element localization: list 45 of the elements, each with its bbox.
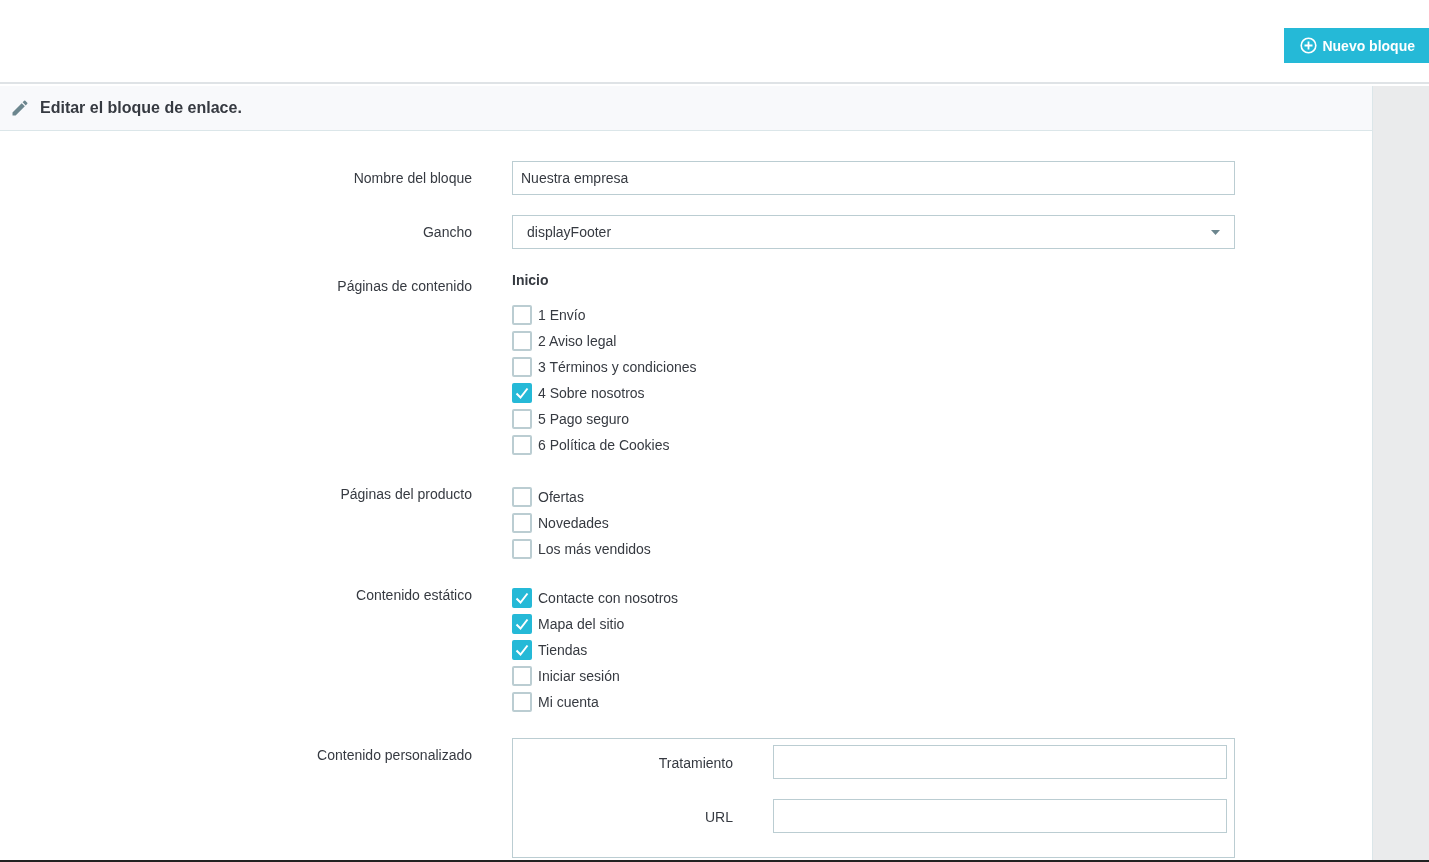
field-label: Tratamiento <box>658 754 733 772</box>
text-field[interactable] <box>773 799 1227 833</box>
field-label: Nombre del bloque <box>353 169 472 187</box>
pencil-icon <box>10 98 30 118</box>
checkbox[interactable] <box>512 409 532 429</box>
field-label: URL <box>705 808 733 826</box>
checkbox[interactable] <box>512 487 532 507</box>
checkbox[interactable] <box>512 305 532 325</box>
option-label[interactable]: Iniciar sesión <box>538 668 620 684</box>
group-heading: Inicio <box>512 271 550 289</box>
select-field[interactable]: displayFooter <box>512 215 1235 249</box>
field-label: Contenido personalizado <box>317 746 472 764</box>
field-label: Gancho <box>422 223 472 241</box>
checkbox[interactable] <box>512 640 532 660</box>
field-label: Contenido estático <box>356 586 472 604</box>
option-label[interactable]: 4 Sobre nosotros <box>538 385 645 401</box>
field-label: Páginas de contenido <box>337 277 472 295</box>
checkbox[interactable] <box>512 666 532 686</box>
plus-circle-icon <box>1300 37 1318 54</box>
option-label[interactable]: Mapa del sitio <box>538 616 625 632</box>
option-label[interactable]: Mi cuenta <box>538 694 599 710</box>
option-label[interactable]: 2 Aviso legal <box>538 333 617 349</box>
option-label[interactable]: 6 Política de Cookies <box>538 437 670 453</box>
option-label[interactable]: Los más vendidos <box>538 541 651 557</box>
field-label: Páginas del producto <box>340 485 472 503</box>
checkbox[interactable] <box>512 331 532 351</box>
option-label[interactable]: Tiendas <box>538 642 588 658</box>
option-label[interactable]: Novedades <box>538 515 609 531</box>
option-label[interactable]: Ofertas <box>538 489 584 505</box>
checkbox[interactable] <box>512 383 532 403</box>
checkbox[interactable] <box>512 539 532 559</box>
option-label[interactable]: 3 Términos y condiciones <box>538 359 697 375</box>
text-field[interactable] <box>773 745 1227 779</box>
checkbox[interactable] <box>512 513 532 533</box>
checkbox[interactable] <box>512 357 532 377</box>
option-label[interactable]: 5 Pago seguro <box>538 411 630 427</box>
checkbox[interactable] <box>512 614 532 634</box>
text-field[interactable]: Nuestra empresa <box>512 161 1235 195</box>
caret-icon <box>1211 229 1220 235</box>
checkbox[interactable] <box>512 692 532 712</box>
checkbox[interactable] <box>512 435 532 455</box>
checkbox[interactable] <box>512 588 532 608</box>
option-label[interactable]: Contacte con nosotros <box>538 590 679 606</box>
panel-title: Editar el bloque de enlace. <box>40 99 242 117</box>
option-label[interactable]: 1 Envío <box>538 307 586 323</box>
